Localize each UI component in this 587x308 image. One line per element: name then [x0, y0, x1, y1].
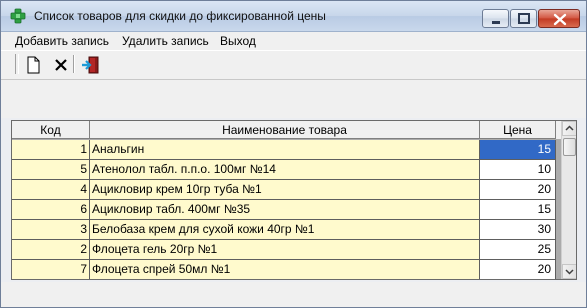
column-header-name[interactable]: Наименование товара	[90, 121, 480, 139]
table-row[interactable]: 2 Флоцета гель 20гр №1 25	[12, 240, 556, 260]
cell-name[interactable]: Белобаза крем для сухой кожи 40гр №1	[90, 220, 480, 240]
cell-price[interactable]: 20	[480, 180, 556, 200]
goods-grid[interactable]: Код Наименование товара Цена 1 Анальгин …	[11, 120, 577, 280]
toolbar	[1, 50, 586, 79]
cell-price[interactable]: 25	[480, 240, 556, 260]
close-button[interactable]	[538, 9, 580, 28]
cell-price[interactable]: 20	[480, 260, 556, 279]
cell-code[interactable]: 2	[12, 240, 90, 260]
close-icon	[553, 13, 567, 26]
maximize-icon	[518, 13, 530, 24]
arrow-down-icon	[565, 269, 574, 275]
scroll-up-button[interactable]	[562, 121, 576, 136]
cell-name[interactable]: Флоцета спрей 50мл №1	[90, 260, 480, 279]
cell-code[interactable]: 3	[12, 220, 90, 240]
menu-bar: Добавить запись Удалить запись Выход	[1, 32, 586, 50]
vertical-scrollbar[interactable]	[561, 121, 576, 279]
cell-code[interactable]: 7	[12, 260, 90, 279]
status-bar	[1, 282, 586, 307]
toolbar-separator	[73, 55, 75, 73]
scrollbar-thumb[interactable]	[563, 138, 576, 156]
cell-price-selected[interactable]: 15	[480, 140, 556, 160]
scroll-down-button[interactable]	[562, 264, 576, 279]
cell-code[interactable]: 5	[12, 160, 90, 180]
cell-name[interactable]: Флоцета гель 20гр №1	[90, 240, 480, 260]
table-row[interactable]: 6 Ацикловир табл. 400мг №35 15	[12, 200, 556, 220]
main-window: Список товаров для скидки до фиксированн…	[0, 0, 587, 308]
arrow-up-icon	[565, 125, 574, 131]
new-document-icon	[27, 56, 40, 74]
menu-exit[interactable]: Выход	[220, 34, 256, 48]
table-row[interactable]: 4 Ацикловир крем 10гр туба №1 20	[12, 180, 556, 200]
column-header-code[interactable]: Код	[12, 121, 90, 139]
delete-x-icon	[55, 59, 67, 71]
pharmacy-cross-icon	[10, 8, 26, 24]
cell-name[interactable]: Атенолол табл. п.п.о. 100мг №14	[90, 160, 480, 180]
title-bar[interactable]: Список товаров для скидки до фиксированн…	[1, 1, 586, 32]
window-title: Список товаров для скидки до фиксированн…	[34, 9, 326, 23]
maximize-button[interactable]	[510, 9, 537, 28]
cell-code[interactable]: 4	[12, 180, 90, 200]
exit-button[interactable]	[80, 54, 102, 76]
minimize-icon	[492, 21, 500, 24]
cell-price[interactable]: 15	[480, 200, 556, 220]
column-header-price[interactable]: Цена	[480, 121, 556, 139]
toolbar-grip[interactable]	[15, 54, 19, 74]
grid-header: Код Наименование товара Цена	[12, 121, 561, 139]
table-row[interactable]: 7 Флоцета спрей 50мл №1 20	[12, 260, 556, 279]
cell-code[interactable]: 1	[12, 140, 90, 160]
cell-name[interactable]: Анальгин	[90, 140, 480, 160]
table-row[interactable]: 3 Белобаза крем для сухой кожи 40гр №1 3…	[12, 220, 556, 240]
cell-name[interactable]: Ацикловир табл. 400мг №35	[90, 200, 480, 220]
table-row[interactable]: 1 Анальгин 15	[12, 140, 556, 160]
cell-code[interactable]: 6	[12, 200, 90, 220]
menu-add-record[interactable]: Добавить запись	[15, 34, 109, 48]
new-record-button[interactable]	[22, 54, 44, 76]
table-row[interactable]: 5 Атенолол табл. п.п.о. 100мг №14 10	[12, 160, 556, 180]
delete-record-button[interactable]	[50, 54, 72, 76]
exit-door-icon	[82, 56, 99, 74]
menu-delete-record[interactable]: Удалить запись	[122, 34, 209, 48]
filter-panel	[1, 79, 586, 118]
cell-price[interactable]: 10	[480, 160, 556, 180]
cell-price[interactable]: 30	[480, 220, 556, 240]
minimize-button[interactable]	[482, 9, 509, 28]
cell-name[interactable]: Ацикловир крем 10гр туба №1	[90, 180, 480, 200]
